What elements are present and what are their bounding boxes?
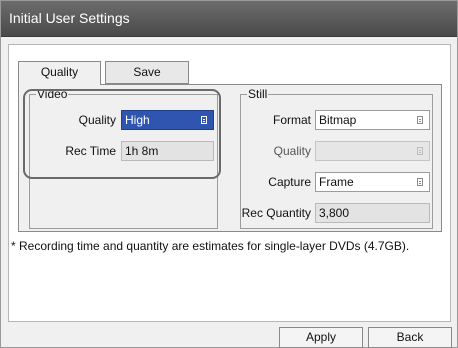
back-button[interactable]: Back	[368, 327, 452, 348]
rec-quantity-field: 3,800	[315, 203, 430, 223]
capture-value: Frame	[319, 175, 354, 189]
capture-select[interactable]: Frame	[315, 172, 430, 192]
format-select[interactable]: Bitmap	[315, 110, 430, 130]
window-title: Initial User Settings	[9, 10, 130, 26]
estimate-note: * Recording time and quantity are estima…	[11, 239, 410, 253]
still-quality-select[interactable]	[315, 141, 430, 161]
dropdown-icon	[417, 147, 423, 155]
still-quality-label: Quality	[273, 144, 311, 158]
format-value: Bitmap	[319, 113, 357, 127]
apply-button[interactable]: Apply	[279, 327, 363, 348]
dropdown-icon	[417, 178, 423, 186]
video-quality-select[interactable]: High	[121, 110, 214, 130]
rec-quantity-label: Rec Quantity	[241, 206, 311, 220]
dropdown-icon	[201, 116, 207, 124]
tab-quality[interactable]: Quality	[18, 61, 101, 85]
dropdown-icon	[417, 116, 423, 124]
rec-time-field: 1h 8m	[121, 141, 214, 161]
video-quality-label: Quality	[78, 113, 116, 127]
capture-label: Capture	[268, 175, 311, 189]
video-group-legend: Video	[36, 87, 69, 101]
still-group: Still Format Bitmap Quality Capture Fram…	[240, 87, 433, 229]
rec-time-label: Rec Time	[65, 144, 116, 158]
tab-save[interactable]: Save	[105, 61, 189, 84]
video-group: Video Quality High Rec Time 1h 8m	[29, 87, 218, 229]
title-bar: Initial User Settings	[1, 1, 457, 37]
format-label: Format	[272, 113, 311, 127]
video-quality-value: High	[125, 113, 150, 127]
quality-tab-body: Video Quality High Rec Time 1h 8m Still …	[18, 84, 442, 232]
still-group-legend: Still	[247, 87, 269, 101]
